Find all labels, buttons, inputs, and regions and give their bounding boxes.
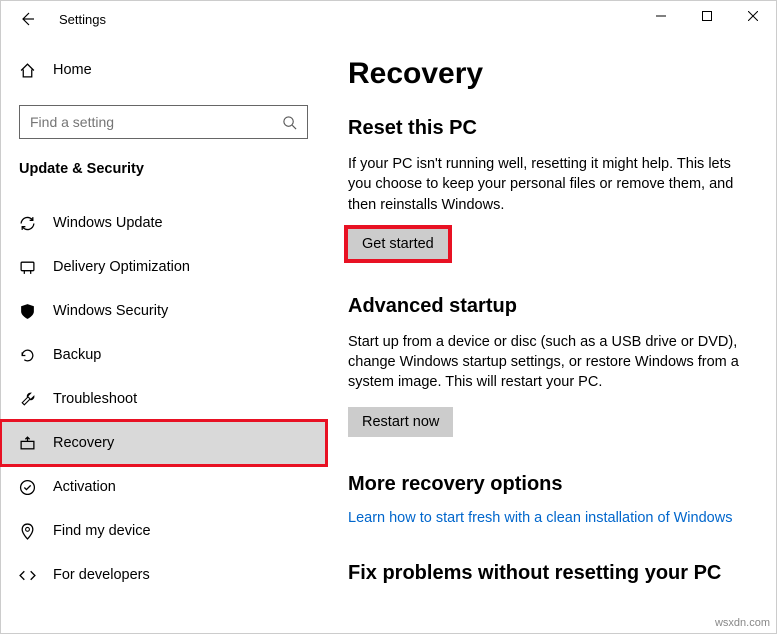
shield-icon [19, 303, 53, 320]
fix-section: Fix problems without resetting your PC [348, 562, 754, 585]
sidebar-item-backup[interactable]: Backup [1, 333, 326, 377]
sidebar-item-label: Troubleshoot [53, 391, 137, 407]
sidebar-item-delivery-optimization[interactable]: Delivery Optimization [1, 245, 326, 289]
home-nav[interactable]: Home [1, 51, 326, 89]
sync-icon [19, 215, 53, 232]
recovery-icon [19, 435, 53, 452]
sidebar-item-label: Find my device [53, 523, 151, 539]
search-field[interactable] [30, 114, 282, 130]
home-icon [19, 62, 53, 79]
code-icon [19, 567, 53, 584]
fresh-install-link[interactable]: Learn how to start fresh with a clean in… [348, 510, 754, 526]
more-section: More recovery options Learn how to start… [348, 473, 754, 526]
sidebar-item-label: Windows Update [53, 215, 163, 231]
sidebar-item-activation[interactable]: Activation [1, 465, 326, 509]
reset-desc: If your PC isn't running well, resetting… [348, 154, 754, 215]
fix-title: Fix problems without resetting your PC [348, 562, 754, 585]
maximize-button[interactable] [684, 1, 730, 31]
search-icon [282, 115, 297, 130]
nav-group-title: Update & Security [19, 161, 308, 177]
sidebar-item-label: Recovery [53, 435, 114, 451]
wrench-icon [19, 391, 53, 408]
watermark: wsxdn.com [715, 617, 770, 629]
advanced-section: Advanced startup Start up from a device … [348, 295, 754, 437]
sidebar: Home Update & Security Windows Update De… [1, 37, 326, 633]
window-title: Settings [59, 12, 106, 27]
sidebar-item-label: For developers [53, 567, 150, 583]
title-bar: Settings [1, 1, 776, 37]
close-button[interactable] [730, 1, 776, 31]
sidebar-item-label: Delivery Optimization [53, 259, 190, 275]
sidebar-item-label: Backup [53, 347, 101, 363]
sidebar-item-windows-update[interactable]: Windows Update [1, 201, 326, 245]
back-button[interactable] [19, 11, 49, 27]
check-circle-icon [19, 479, 53, 496]
reset-title: Reset this PC [348, 117, 754, 140]
reset-section: Reset this PC If your PC isn't running w… [348, 117, 754, 259]
advanced-title: Advanced startup [348, 295, 754, 318]
sidebar-item-label: Activation [53, 479, 116, 495]
home-label: Home [53, 62, 92, 78]
content-pane: Recovery Reset this PC If your PC isn't … [326, 37, 776, 633]
sidebar-item-for-developers[interactable]: For developers [1, 553, 326, 597]
get-started-button[interactable]: Get started [348, 229, 448, 259]
sidebar-item-windows-security[interactable]: Windows Security [1, 289, 326, 333]
sidebar-item-find-my-device[interactable]: Find my device [1, 509, 326, 553]
backup-icon [19, 347, 53, 364]
more-title: More recovery options [348, 473, 754, 496]
search-input[interactable] [19, 105, 308, 139]
location-icon [19, 523, 53, 540]
page-title: Recovery [348, 57, 754, 91]
sidebar-item-troubleshoot[interactable]: Troubleshoot [1, 377, 326, 421]
sidebar-item-label: Windows Security [53, 303, 168, 319]
delivery-icon [19, 259, 53, 276]
advanced-desc: Start up from a device or disc (such as … [348, 332, 754, 393]
restart-now-button[interactable]: Restart now [348, 407, 453, 437]
sidebar-item-recovery[interactable]: Recovery [1, 421, 326, 465]
minimize-button[interactable] [638, 1, 684, 31]
